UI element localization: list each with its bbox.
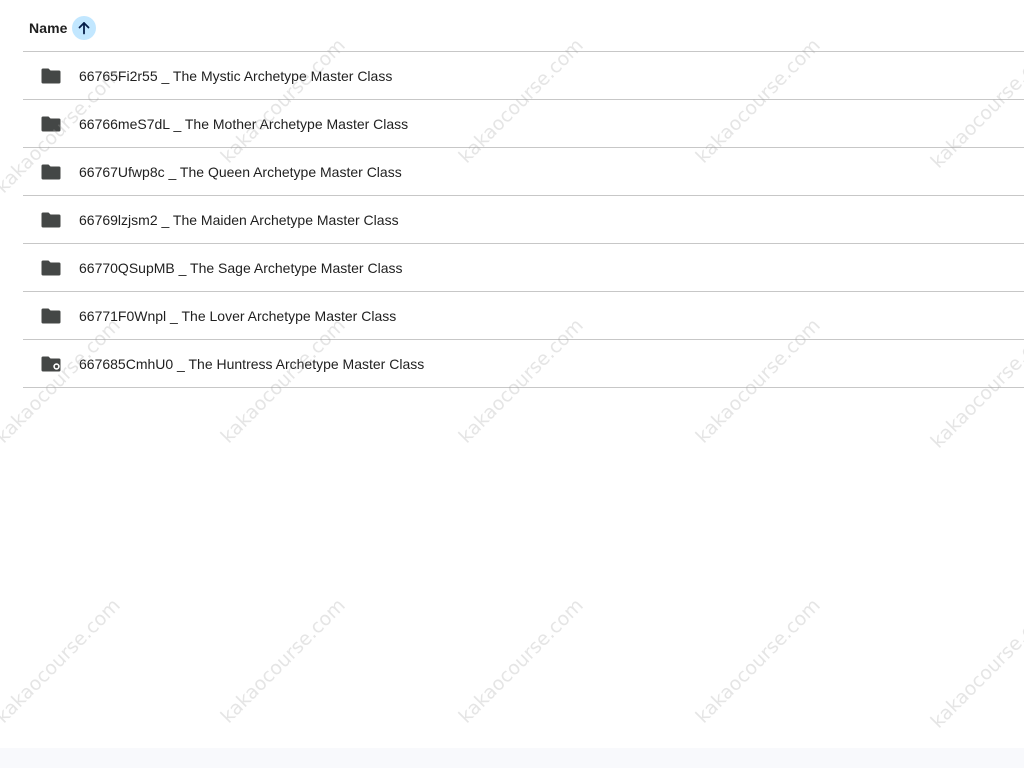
folder-icon — [41, 260, 61, 276]
watermark: kakaocourse.com — [926, 599, 1024, 733]
file-row[interactable]: 66765Fi2r55 _ The Mystic Archetype Maste… — [23, 52, 1024, 100]
file-list: Name 66765Fi2r55 _ The Mystic Archetype … — [23, 0, 1024, 388]
sort-ascending-button[interactable] — [71, 15, 96, 40]
file-name: 66766meS7dL _ The Mother Archetype Maste… — [79, 115, 409, 132]
folder-icon — [41, 164, 61, 180]
folder-icon — [41, 212, 61, 228]
file-row[interactable]: 667685CmhU0 _ The Huntress Archetype Mas… — [23, 340, 1024, 388]
list-header: Name — [23, 0, 1024, 52]
folder-icon — [41, 68, 61, 84]
watermark: kakaocourse.com — [0, 594, 125, 728]
watermark: kakaocourse.com — [216, 594, 350, 728]
watermark: kakaocourse.com — [691, 594, 825, 728]
file-name: 66771F0Wnpl _ The Lover Archetype Master… — [79, 307, 397, 324]
arrow-up-icon — [78, 21, 89, 34]
file-row[interactable]: 66770QSupMB _ The Sage Archetype Master … — [23, 244, 1024, 292]
file-name: 66765Fi2r55 _ The Mystic Archetype Maste… — [79, 67, 393, 84]
file-name: 66767Ufwp8c _ The Queen Archetype Master… — [79, 163, 402, 180]
file-browser-page: Name 66765Fi2r55 _ The Mystic Archetype … — [0, 0, 1024, 768]
shared-folder-icon — [41, 356, 61, 372]
file-row[interactable]: 66771F0Wnpl _ The Lover Archetype Master… — [23, 292, 1024, 340]
file-row[interactable]: 66766meS7dL _ The Mother Archetype Maste… — [23, 100, 1024, 148]
file-name: 66770QSupMB _ The Sage Archetype Master … — [79, 259, 403, 276]
bottom-bar — [0, 748, 1024, 768]
file-name: 667685CmhU0 _ The Huntress Archetype Mas… — [79, 355, 425, 372]
watermark: kakaocourse.com — [454, 594, 588, 728]
name-sort-header[interactable]: Name — [29, 15, 96, 40]
name-column-header: Name — [29, 19, 68, 36]
file-row[interactable]: 66767Ufwp8c _ The Queen Archetype Master… — [23, 148, 1024, 196]
folder-icon — [41, 308, 61, 324]
file-name: 66769lzjsm2 _ The Maiden Archetype Maste… — [79, 211, 399, 228]
folder-icon — [41, 116, 61, 132]
file-row[interactable]: 66769lzjsm2 _ The Maiden Archetype Maste… — [23, 196, 1024, 244]
